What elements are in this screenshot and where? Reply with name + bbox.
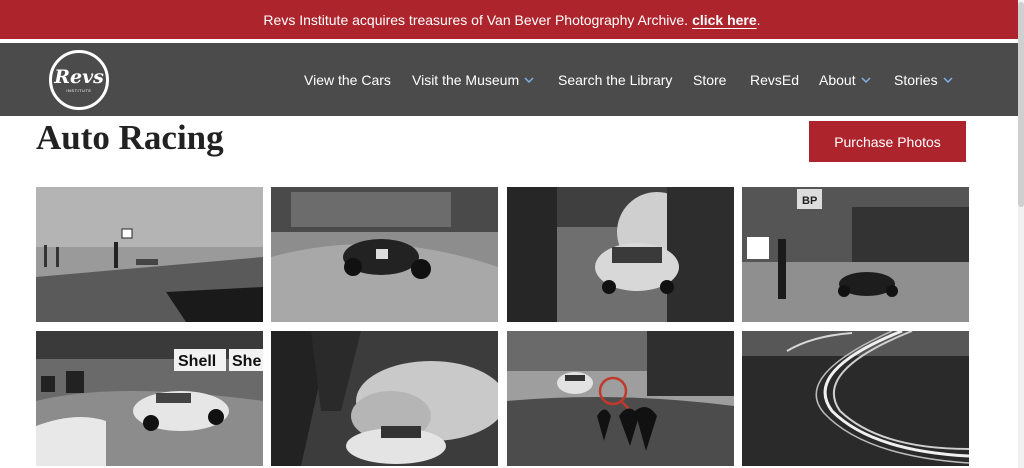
nav-item-label: Visit the Museum [412, 71, 520, 88]
scrollbar-thumb[interactable] [1018, 2, 1024, 207]
shell-sign-text: Shell [178, 353, 216, 370]
photo-flag-waver-in-fog[interactable] [36, 187, 263, 322]
chevron-down-icon [524, 76, 534, 83]
nav-item-label: View the Cars [304, 71, 391, 88]
nav-item-revsed[interactable]: RevsEd [750, 72, 799, 88]
main-nav: Revs INSTITUTE View the Cars Visit the M… [0, 43, 1024, 116]
announcement-link[interactable]: click here [692, 12, 757, 28]
nav-item-label: About [819, 71, 856, 88]
photo-coupe-in-dust-cloud[interactable] [507, 187, 734, 322]
nav-item-visit-museum[interactable]: Visit the Museum [412, 72, 534, 88]
nav-item-label: Search the Library [558, 71, 673, 88]
nav-item-label: Stories [894, 71, 938, 88]
nav-item-stories[interactable]: Stories [894, 72, 953, 88]
photo-rally-car-in-dust[interactable] [271, 331, 498, 466]
nav-item-store[interactable]: Store [693, 72, 726, 88]
photo-open-wheel-racer-on-street[interactable] [271, 187, 498, 322]
photo-night-light-trails[interactable] [742, 331, 969, 466]
announcement-bar: Revs Institute acquires treasures of Van… [0, 0, 1024, 39]
announcement-text: Revs Institute acquires treasures of Van… [263, 11, 689, 28]
chevron-down-icon [861, 76, 871, 83]
logo-subtext: INSTITUTE [66, 87, 92, 93]
nav-item-view-cars[interactable]: View the Cars [304, 72, 391, 88]
nav-item-about[interactable]: About [819, 72, 871, 88]
shell-sign-text-2: She [232, 353, 261, 370]
bp-sign-text: BP [802, 195, 817, 207]
chevron-down-icon [943, 76, 953, 83]
page-title: Auto Racing [36, 118, 224, 157]
photo-rally-car-spectators-umbrellas[interactable] [507, 331, 734, 466]
nav-item-label: Store [693, 71, 727, 88]
nav-item-search-library[interactable]: Search the Library [558, 72, 672, 88]
purchase-photos-button[interactable]: Purchase Photos [809, 121, 966, 162]
nav-item-label: RevsEd [750, 71, 800, 88]
announcement-suffix: . [756, 11, 761, 28]
revs-logo[interactable]: Revs INSTITUTE [49, 50, 109, 110]
page-scrollbar[interactable] [1018, 0, 1024, 468]
logo-text: Revs [54, 65, 104, 88]
photo-gt40-at-shell-corner[interactable]: Shell She [36, 331, 263, 466]
photo-checkered-flag-finish[interactable]: BP [742, 187, 969, 322]
